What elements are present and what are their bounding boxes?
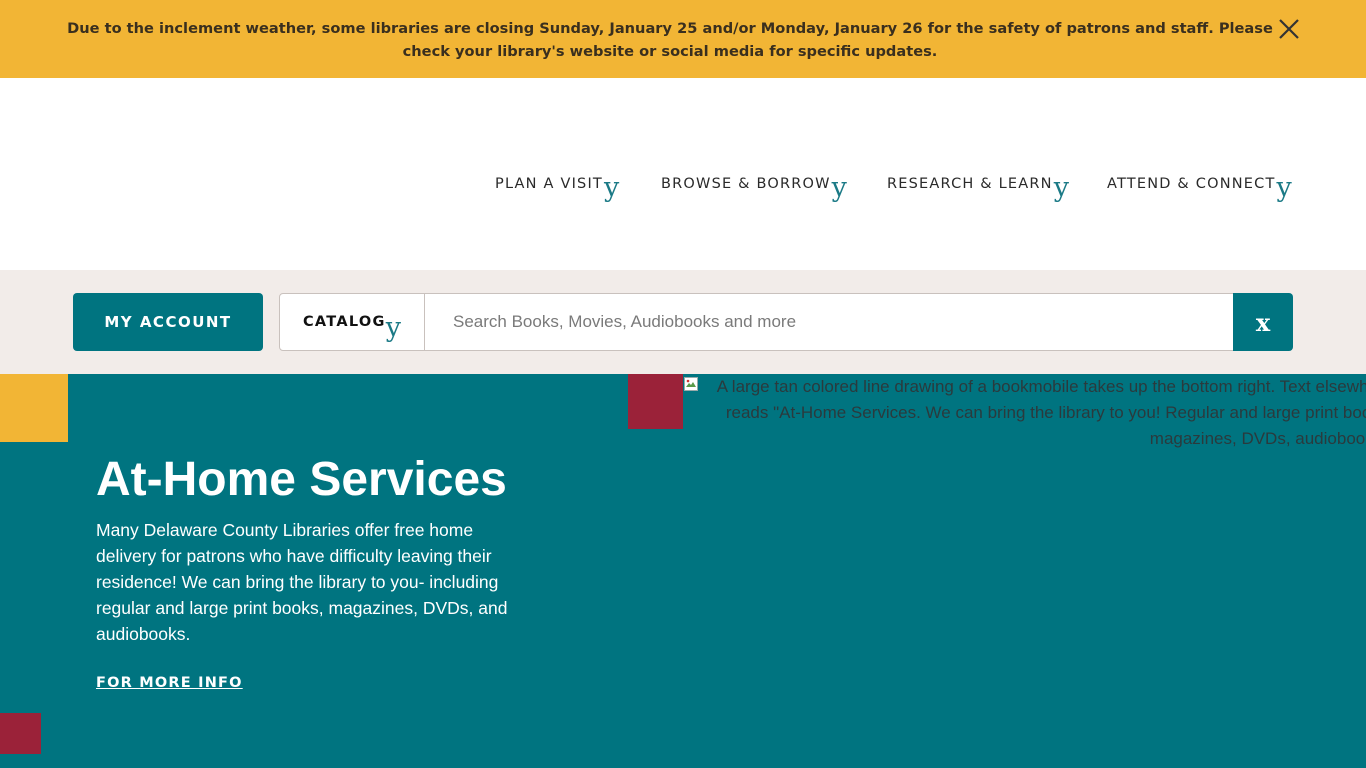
nav-label: BROWSE & BORROW [661,176,831,192]
hero-title: At-Home Services [96,453,507,506]
image-alt-text: A large tan colored line drawing of a bo… [716,377,1366,448]
nav-accent-glyph: y [1276,172,1292,203]
nav-accent-glyph: y [1053,172,1069,203]
nav-label: RESEARCH & LEARN [887,176,1053,192]
nav-accent-glyph: y [604,172,620,203]
search-submit-button[interactable]: x [1233,293,1293,351]
decorative-red-square [628,374,683,429]
catalog-label: CATALOG [302,314,386,330]
alert-message: Due to the inclement weather, some libra… [67,20,1273,60]
nav-plan-a-visit[interactable]: PLAN A VISIT y [495,162,619,201]
catalog-scope-dropdown[interactable]: CATALOG y [279,293,425,351]
bookmobile-image: A large tan colored line drawing of a bo… [683,374,1366,454]
hero-section: At-Home Services Many Delaware County Li… [0,374,1366,768]
my-account-button[interactable]: MY ACCOUNT [73,293,263,351]
search-band: MY ACCOUNT CATALOGy x [0,270,1366,374]
nav-label: PLAN A VISIT [495,176,603,192]
decorative-red-square-bottom [0,713,41,754]
nav-browse-borrow[interactable]: BROWSE & BORROW y [661,162,847,201]
weather-alert-banner: Due to the inclement weather, some libra… [0,0,1366,78]
site-header: PLAN A VISIT y BROWSE & BORROW y RESEARCH … [0,78,1366,270]
nav-attend-connect[interactable]: ATTEND & CONNECT y [1107,162,1292,201]
for-more-info-link[interactable]: FOR MORE INFO [96,675,243,691]
nav-label: ATTEND & CONNECT [1107,176,1276,192]
close-icon[interactable] [1276,16,1302,42]
broken-image-icon [684,377,698,391]
decorative-yellow-square [0,374,68,442]
nav-accent-glyph: y [831,172,847,203]
search-input[interactable] [424,293,1234,351]
nav-research-learn[interactable]: RESEARCH & LEARN y [887,162,1069,201]
catalog-accent-glyph: y [385,312,402,343]
hero-description: Many Delaware County Libraries offer fre… [96,520,508,644]
